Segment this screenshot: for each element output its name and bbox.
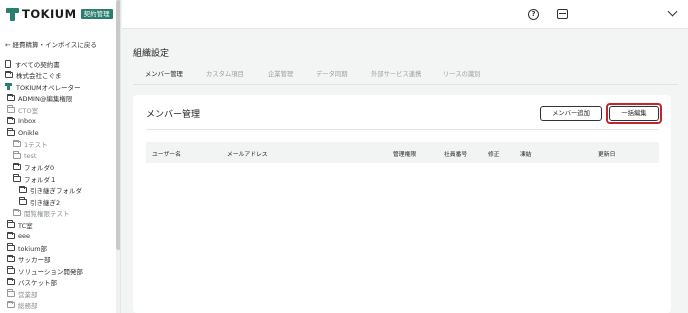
sidebar-item-label: Inbox bbox=[18, 117, 36, 126]
sidebar-item[interactable]: 引き継ぎ2 bbox=[0, 196, 116, 208]
folder-icon bbox=[7, 300, 15, 309]
folder-icon bbox=[7, 289, 15, 297]
folder-icon bbox=[7, 254, 15, 263]
folder-icon bbox=[7, 105, 15, 113]
folder-icon bbox=[5, 70, 13, 79]
column-header-email[interactable]: メールアドレス bbox=[227, 149, 268, 158]
column-header-employee-number[interactable]: 社員番号 bbox=[444, 149, 467, 158]
folder-icon bbox=[13, 208, 21, 217]
sidebar-item[interactable]: eee bbox=[0, 231, 116, 243]
sidebar-item-label: 営業部 bbox=[18, 290, 38, 299]
sidebar-item[interactable]: CTO室 bbox=[0, 104, 116, 116]
page-title: 組織設定 bbox=[133, 49, 170, 59]
folder-icon bbox=[7, 243, 15, 251]
brand-logo[interactable]: TOKIUM 契約管理 bbox=[6, 7, 113, 21]
folder-icon bbox=[13, 151, 21, 159]
back-to-expense-link[interactable]: ← 経費精算・インボイスに戻る bbox=[5, 39, 97, 49]
tabs-divider bbox=[133, 84, 678, 85]
top-bar bbox=[122, 0, 688, 29]
sidebar-item-label: サッカー部 bbox=[18, 256, 51, 265]
sidebar-item[interactable]: 閲覧権限テスト bbox=[0, 208, 116, 220]
sidebar-item[interactable]: TOKIUMオペレーター bbox=[0, 81, 116, 93]
folder-icon bbox=[19, 197, 27, 205]
sidebar-item[interactable]: 引き継ぎフォルダ bbox=[0, 185, 116, 197]
sidebar-item[interactable]: ソリューション開発部 bbox=[0, 265, 116, 277]
sidebar-item[interactable]: Inbox bbox=[0, 116, 116, 128]
sidebar-item-label: ADMIN@編集権限 bbox=[18, 95, 73, 104]
brand-badge: 契約管理 bbox=[80, 8, 113, 20]
folder-icon bbox=[7, 231, 15, 240]
column-header-username[interactable]: ユーザー名 bbox=[152, 149, 181, 158]
tokium-logo-icon bbox=[6, 7, 19, 21]
sidebar-item-label: バスケット部 bbox=[18, 279, 57, 288]
help-icon[interactable]: ? bbox=[528, 9, 539, 20]
sidebar-item-label: 閲覧権限テスト bbox=[24, 210, 70, 219]
sidebar-item-label: Onikle bbox=[18, 128, 39, 137]
sidebar-item-label: ソリューション開発部 bbox=[18, 267, 83, 276]
tab-data-sync[interactable]: データ同期 bbox=[301, 71, 355, 85]
tab-lease-identification[interactable]: リースの識別 bbox=[428, 71, 488, 85]
sidebar-item-label: eee bbox=[18, 232, 30, 241]
add-member-button[interactable]: メンバー追加 bbox=[540, 106, 602, 121]
sidebar-item-label: TC室 bbox=[18, 221, 33, 230]
tab-company-management[interactable]: 企業管理 bbox=[252, 71, 301, 85]
sidebar-item[interactable]: test bbox=[0, 150, 116, 162]
sidebar-item[interactable]: 営業部 bbox=[0, 288, 116, 300]
bulk-edit-button[interactable]: 一括編集 bbox=[609, 106, 659, 121]
sidebar-item[interactable]: 1テスト bbox=[0, 139, 116, 151]
folder-icon bbox=[7, 93, 15, 102]
settings-tabs: メンバー管理 カスタム項目 企業管理 データ同期 外部サービス連携 リースの識別 bbox=[133, 71, 488, 85]
sidebar-item[interactable]: ADMIN@編集権限 bbox=[0, 93, 116, 105]
column-header-admin-permission[interactable]: 管理権限 bbox=[393, 149, 416, 158]
folder-icon bbox=[19, 185, 27, 194]
sidebar-item[interactable]: すべての契約書 bbox=[0, 58, 116, 70]
sidebar-item[interactable]: 株式会社こぐま bbox=[0, 70, 116, 82]
folder-icon bbox=[13, 162, 21, 171]
sidebar-item-label: 1テスト bbox=[24, 141, 48, 150]
sidebar-item-label: tokium部 bbox=[18, 244, 48, 253]
card-title: メンバー管理 bbox=[146, 110, 201, 120]
sidebar: TOKIUM 契約管理 ← 経費精算・インボイスに戻る すべての契約書 株式会社こ… bbox=[0, 0, 121, 313]
column-header-freeze[interactable]: 凍結 bbox=[520, 149, 532, 158]
column-header-edit[interactable]: 修正 bbox=[488, 149, 500, 158]
folder-icon bbox=[7, 277, 15, 286]
sidebar-item[interactable]: サッカー部 bbox=[0, 254, 116, 266]
member-management-card bbox=[133, 95, 671, 313]
tab-member-management[interactable]: メンバー管理 bbox=[133, 71, 191, 85]
sidebar-item[interactable]: tokium部 bbox=[0, 242, 116, 254]
document-icon bbox=[5, 59, 11, 68]
card-divider bbox=[146, 129, 658, 130]
sidebar-item-label: すべての契約書 bbox=[15, 60, 60, 69]
tokium-icon bbox=[5, 83, 12, 91]
inbox-icon[interactable] bbox=[557, 9, 568, 19]
folder-tree: すべての契約書 株式会社こぐま TOKIUMオペレーター ADMIN@編集権限 CTO室… bbox=[0, 58, 116, 311]
sidebar-item-label: フォルダ１ bbox=[24, 175, 57, 184]
sidebar-scrollbar-thumb[interactable] bbox=[116, 0, 120, 250]
sidebar-item[interactable]: TC室 bbox=[0, 219, 116, 231]
folder-icon bbox=[7, 128, 15, 136]
sidebar-item-label: フォルダ0 bbox=[24, 164, 55, 173]
sidebar-item[interactable]: フォルダ0 bbox=[0, 162, 116, 174]
sidebar-item[interactable]: フォルダ１ bbox=[0, 173, 116, 185]
sidebar-item-label: 株式会社こぐま bbox=[16, 72, 62, 81]
column-header-updated-date[interactable]: 更新日 bbox=[598, 149, 615, 158]
tab-custom-fields[interactable]: カスタム項目 bbox=[191, 71, 252, 85]
folder-icon bbox=[13, 139, 21, 148]
folder-icon bbox=[7, 116, 15, 125]
sidebar-item-label: TOKIUMオペレーター bbox=[16, 83, 81, 92]
sidebar-item-label: test bbox=[24, 151, 37, 160]
sidebar-item[interactable]: 総務部 bbox=[0, 300, 116, 312]
sidebar-item-label: 引き継ぎフォルダ bbox=[30, 187, 82, 196]
folder-icon bbox=[7, 220, 15, 228]
brand-name: TOKIUM bbox=[22, 7, 77, 21]
sidebar-item-label: 総務部 bbox=[18, 302, 38, 311]
sidebar-item[interactable]: バスケット部 bbox=[0, 277, 116, 289]
sidebar-item[interactable]: Onikle bbox=[0, 127, 116, 139]
sidebar-item-label: 引き継ぎ2 bbox=[30, 198, 61, 207]
tab-external-services[interactable]: 外部サービス連携 bbox=[355, 71, 428, 85]
folder-icon bbox=[7, 266, 15, 274]
sidebar-item-label: CTO室 bbox=[18, 106, 39, 115]
folder-icon bbox=[13, 174, 21, 182]
